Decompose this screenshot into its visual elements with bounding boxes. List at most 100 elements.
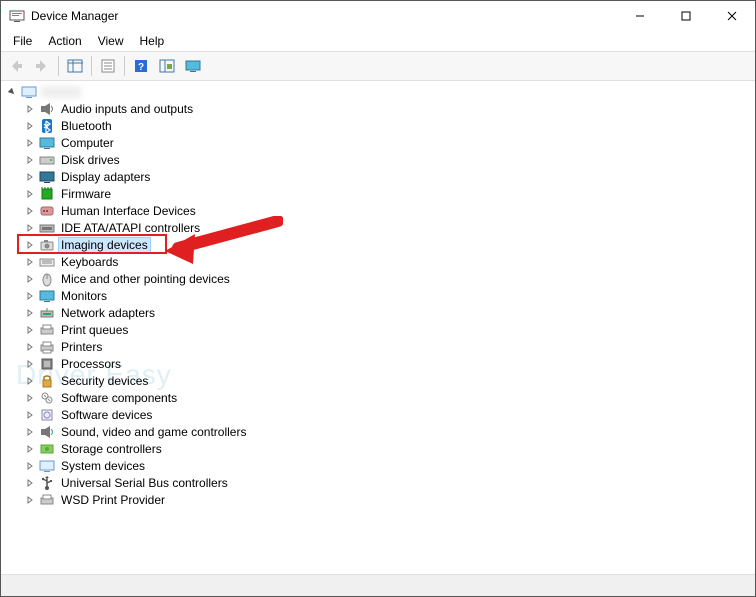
statusbar — [1, 574, 755, 596]
tree-item-monitor[interactable]: Monitors — [23, 287, 755, 304]
expander-closed-icon[interactable] — [23, 238, 37, 252]
tree-item-label: Keyboards — [59, 255, 120, 269]
tree-item-computer[interactable]: Computer — [23, 134, 755, 151]
tree-item-label: Mice and other pointing devices — [59, 272, 232, 286]
tree-item-sound[interactable]: Sound, video and game controllers — [23, 423, 755, 440]
expander-closed-icon[interactable] — [23, 493, 37, 507]
device-tree[interactable]: Driver Easy drivereasy.com Audio inputs … — [1, 81, 755, 574]
security-icon — [39, 373, 55, 389]
scan-hardware-button[interactable] — [155, 54, 179, 78]
mouse-icon — [39, 271, 55, 287]
menu-help[interactable]: Help — [132, 32, 173, 50]
tree-item-security[interactable]: Security devices — [23, 372, 755, 389]
expander-closed-icon[interactable] — [23, 102, 37, 116]
expander-closed-icon[interactable] — [23, 136, 37, 150]
softdev-icon — [39, 407, 55, 423]
firmware-icon — [39, 186, 55, 202]
tree-item-network[interactable]: Network adapters — [23, 304, 755, 321]
menu-file[interactable]: File — [5, 32, 40, 50]
tree-item-keyboard[interactable]: Keyboards — [23, 253, 755, 270]
expander-closed-icon[interactable] — [23, 153, 37, 167]
tree-item-speaker[interactable]: Audio inputs and outputs — [23, 100, 755, 117]
menu-view[interactable]: View — [90, 32, 132, 50]
sound-icon — [39, 424, 55, 440]
expander-closed-icon[interactable] — [23, 204, 37, 218]
tree-item-firmware[interactable]: Firmware — [23, 185, 755, 202]
expander-closed-icon[interactable] — [23, 408, 37, 422]
tree-item-hid[interactable]: Human Interface Devices — [23, 202, 755, 219]
softcomp-icon — [39, 390, 55, 406]
computer-root-icon — [21, 84, 37, 100]
tree-item-bluetooth[interactable]: Bluetooth — [23, 117, 755, 134]
tree-item-softdev[interactable]: Software devices — [23, 406, 755, 423]
expander-open-icon[interactable] — [5, 85, 19, 99]
tree-item-usb[interactable]: Universal Serial Bus controllers — [23, 474, 755, 491]
expander-closed-icon[interactable] — [23, 306, 37, 320]
expander-closed-icon[interactable] — [23, 425, 37, 439]
tree-item-system[interactable]: System devices — [23, 457, 755, 474]
expander-closed-icon[interactable] — [23, 442, 37, 456]
tree-item-label: Firmware — [59, 187, 113, 201]
tree-item-label: Software devices — [59, 408, 154, 422]
tree-item-disk[interactable]: Disk drives — [23, 151, 755, 168]
tree-item-ide[interactable]: IDE ATA/ATAPI controllers — [23, 219, 755, 236]
maximize-button[interactable] — [663, 1, 709, 31]
tree-item-softcomp[interactable]: Software components — [23, 389, 755, 406]
tree-item-wsd[interactable]: WSD Print Provider — [23, 491, 755, 508]
tree-item-display[interactable]: Display adapters — [23, 168, 755, 185]
tree-item-label: IDE ATA/ATAPI controllers — [59, 221, 202, 235]
minimize-button[interactable] — [617, 1, 663, 31]
expander-closed-icon[interactable] — [23, 221, 37, 235]
forward-button[interactable] — [30, 54, 54, 78]
devices-monitor-button[interactable] — [181, 54, 205, 78]
root-label — [41, 86, 81, 98]
expander-closed-icon[interactable] — [23, 340, 37, 354]
wsd-icon — [39, 492, 55, 508]
tree-item-mouse[interactable]: Mice and other pointing devices — [23, 270, 755, 287]
expander-closed-icon[interactable] — [23, 357, 37, 371]
properties-button[interactable] — [96, 54, 120, 78]
tree-item-storage[interactable]: Storage controllers — [23, 440, 755, 457]
show-hide-tree-button[interactable] — [63, 54, 87, 78]
tree-item-processor[interactable]: Processors — [23, 355, 755, 372]
root-node[interactable] — [5, 83, 755, 100]
device-manager-window: Device Manager File Action View Help — [0, 0, 756, 597]
disk-icon — [39, 152, 55, 168]
expander-closed-icon[interactable] — [23, 289, 37, 303]
printqueue-icon — [39, 322, 55, 338]
tree-item-printer[interactable]: Printers — [23, 338, 755, 355]
close-button[interactable] — [709, 1, 755, 31]
menubar: File Action View Help — [1, 31, 755, 51]
tree-item-label: Bluetooth — [59, 119, 114, 133]
expander-closed-icon[interactable] — [23, 391, 37, 405]
tree-item-label: Software components — [59, 391, 179, 405]
expander-closed-icon[interactable] — [23, 476, 37, 490]
expander-closed-icon[interactable] — [23, 255, 37, 269]
help-button[interactable]: ? — [129, 54, 153, 78]
tree-item-printqueue[interactable]: Print queues — [23, 321, 755, 338]
expander-closed-icon[interactable] — [23, 119, 37, 133]
usb-icon — [39, 475, 55, 491]
back-button[interactable] — [4, 54, 28, 78]
expander-closed-icon[interactable] — [23, 272, 37, 286]
window-controls — [617, 1, 755, 31]
expander-closed-icon[interactable] — [23, 374, 37, 388]
computer-icon — [39, 135, 55, 151]
tree-item-label: Sound, video and game controllers — [59, 425, 248, 439]
tree-item-label: Security devices — [59, 374, 150, 388]
tree-item-imaging[interactable]: Imaging devices — [23, 236, 755, 253]
expander-closed-icon[interactable] — [23, 459, 37, 473]
network-icon — [39, 305, 55, 321]
menu-action[interactable]: Action — [40, 32, 89, 50]
window-title: Device Manager — [31, 9, 118, 23]
tree-item-label: WSD Print Provider — [59, 493, 167, 507]
tree-item-label: Print queues — [59, 323, 130, 337]
tree-item-label: Universal Serial Bus controllers — [59, 476, 230, 490]
expander-closed-icon[interactable] — [23, 187, 37, 201]
expander-closed-icon[interactable] — [23, 170, 37, 184]
hid-icon — [39, 203, 55, 219]
speaker-icon — [39, 101, 55, 117]
tree-item-label: Printers — [59, 340, 104, 354]
expander-closed-icon[interactable] — [23, 323, 37, 337]
tree-item-label: Processors — [59, 357, 123, 371]
